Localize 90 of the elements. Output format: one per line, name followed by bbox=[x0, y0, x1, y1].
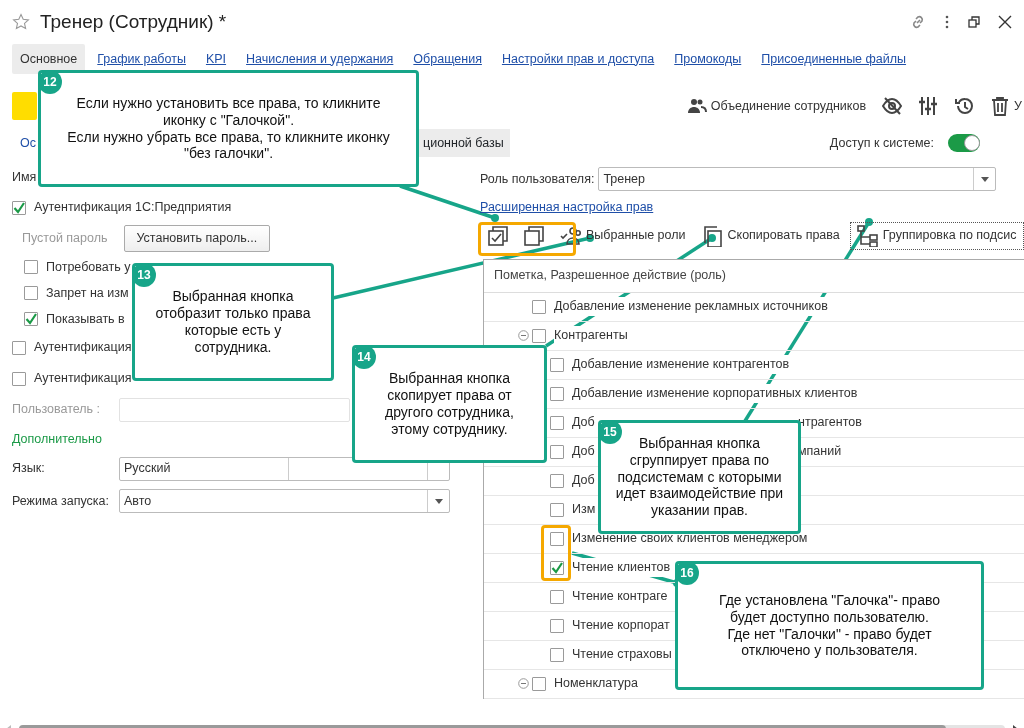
trash-icon bbox=[990, 96, 1011, 116]
checkbox[interactable] bbox=[532, 676, 546, 691]
tab[interactable]: KPI bbox=[197, 43, 235, 75]
window-title: Тренер (Сотрудник) * bbox=[40, 9, 227, 34]
callout-text: Если нужно установить все права, то кликните иконку с "Галочкой". Если нужно убрать все права, то кликните иконку "без галочки". bbox=[66, 94, 391, 163]
row-label: Добавление изменение корпоративных клиентов bbox=[572, 384, 858, 404]
more-icon[interactable] bbox=[944, 14, 950, 30]
checkbox[interactable] bbox=[550, 415, 564, 430]
checkbox-label: Аутентификация 1С:Предприятия bbox=[34, 199, 232, 217]
row-label: Добавление изменение контрагентов bbox=[572, 355, 790, 375]
restore-icon[interactable] bbox=[968, 16, 980, 28]
section-title: Дополнительно bbox=[12, 430, 102, 448]
collapse-icon[interactable] bbox=[517, 678, 529, 690]
tab[interactable]: Ос bbox=[20, 128, 36, 158]
checkbox-label: Потребовать у bbox=[46, 258, 131, 276]
checkbox[interactable] bbox=[550, 473, 564, 488]
caret-icon bbox=[434, 498, 443, 504]
checkbox[interactable] bbox=[24, 260, 38, 274]
row-label: Добавление изменение рекламных источников bbox=[554, 297, 828, 317]
highlight-frame bbox=[541, 525, 571, 581]
field-label: Пустой пароль bbox=[22, 230, 108, 248]
field-label: Имя bbox=[12, 168, 37, 186]
callout-text: Выбранная кнопка скопирует права от другого сотрудника, этому сотруднику. bbox=[384, 370, 515, 438]
star-icon[interactable] bbox=[12, 13, 30, 31]
checkbox[interactable] bbox=[12, 340, 26, 355]
eye-slash-icon[interactable] bbox=[882, 96, 903, 116]
checkbox[interactable] bbox=[550, 502, 564, 517]
tab[interactable]: Настройки прав и доступа bbox=[493, 43, 663, 75]
column-header: Пометка, Разрешенное действие (роль) bbox=[484, 259, 1024, 293]
access-label: Доступ к системе: bbox=[829, 134, 934, 152]
tab[interactable]: Начисления и удержания bbox=[238, 43, 402, 75]
callout-text: Выбранная кнопка отобразит только права которые есть у сотрудника. bbox=[154, 288, 312, 356]
tab[interactable]: Промокоды bbox=[666, 43, 750, 75]
checkbox-label: Аутентификация bbox=[34, 370, 132, 388]
tab[interactable]: ционной базы bbox=[417, 128, 510, 158]
step-number: 12 bbox=[38, 70, 62, 94]
tab[interactable]: Обращения bbox=[405, 43, 490, 75]
checkbox[interactable] bbox=[24, 312, 38, 326]
checkbox[interactable] bbox=[12, 200, 26, 215]
checkbox[interactable] bbox=[550, 444, 564, 459]
step-number: 15 bbox=[598, 420, 622, 444]
grouping-icon bbox=[856, 224, 879, 247]
step-number: 14 bbox=[352, 345, 376, 369]
input-field[interactable] bbox=[119, 397, 350, 422]
checkbox-label: Запрет на изм bbox=[46, 284, 129, 302]
caret-icon bbox=[980, 176, 989, 182]
step-number: 16 bbox=[675, 561, 699, 585]
field-label: Язык: bbox=[12, 460, 46, 478]
callout-text: Где установлена "Галочка"- право будет доступно пользователю. Где нет "Галочки" - право будет отключено у пользователя. bbox=[718, 591, 941, 660]
link[interactable]: Расширенная настройка прав bbox=[480, 198, 654, 217]
step-number: 13 bbox=[132, 263, 156, 287]
checkbox-label: Показывать в bbox=[46, 310, 125, 328]
link-icon[interactable] bbox=[910, 14, 926, 30]
set-password-button[interactable]: Установить пароль... bbox=[123, 225, 271, 252]
checkbox[interactable] bbox=[550, 386, 564, 401]
people-icon bbox=[560, 224, 582, 247]
row-label: Контрагенты bbox=[554, 326, 628, 346]
grouping-button[interactable]: Группировка по подсис bbox=[849, 221, 1024, 250]
checkbox[interactable] bbox=[12, 371, 26, 386]
checkbox[interactable] bbox=[24, 286, 38, 300]
tab[interactable]: Присоединенные файлы bbox=[753, 43, 915, 75]
checkbox[interactable] bbox=[550, 357, 564, 372]
checkbox-label: Аутентификация bbox=[34, 339, 132, 357]
merge-button[interactable]: Объединение сотрудников bbox=[686, 96, 867, 116]
tab[interactable]: График работы bbox=[89, 43, 194, 75]
checkbox[interactable] bbox=[550, 647, 564, 662]
checkbox[interactable] bbox=[550, 531, 564, 546]
checkbox[interactable] bbox=[550, 618, 564, 633]
roles-button[interactable]: Выбранные роли bbox=[554, 222, 692, 249]
dropdown-field[interactable]: Тренер bbox=[598, 167, 997, 191]
collapse-icon[interactable] bbox=[517, 330, 529, 342]
people-icon bbox=[686, 96, 707, 116]
dropdown-field[interactable]: Авто bbox=[119, 489, 450, 513]
row-label: Чтение клиентов bbox=[572, 558, 671, 578]
checkbox[interactable] bbox=[532, 328, 546, 343]
sliders-icon[interactable] bbox=[918, 96, 939, 116]
tab[interactable]: Основное bbox=[12, 43, 86, 75]
checkbox[interactable] bbox=[550, 560, 564, 575]
field-label: Пользователь : bbox=[12, 401, 102, 419]
checkbox[interactable] bbox=[550, 589, 564, 604]
field-label: Режима запуска: bbox=[12, 492, 110, 510]
copy-rights-button[interactable]: Скопировать права bbox=[695, 222, 846, 249]
input-field[interactable]: Русский bbox=[119, 456, 450, 481]
delete-button[interactable]: У bbox=[990, 96, 1022, 116]
copy-icon bbox=[701, 224, 724, 247]
checkbox[interactable] bbox=[532, 299, 546, 314]
close-icon[interactable] bbox=[998, 15, 1012, 29]
field-label: Роль пользователя: bbox=[480, 170, 595, 188]
toggle-switch[interactable] bbox=[948, 134, 980, 152]
history-icon[interactable] bbox=[954, 96, 975, 116]
